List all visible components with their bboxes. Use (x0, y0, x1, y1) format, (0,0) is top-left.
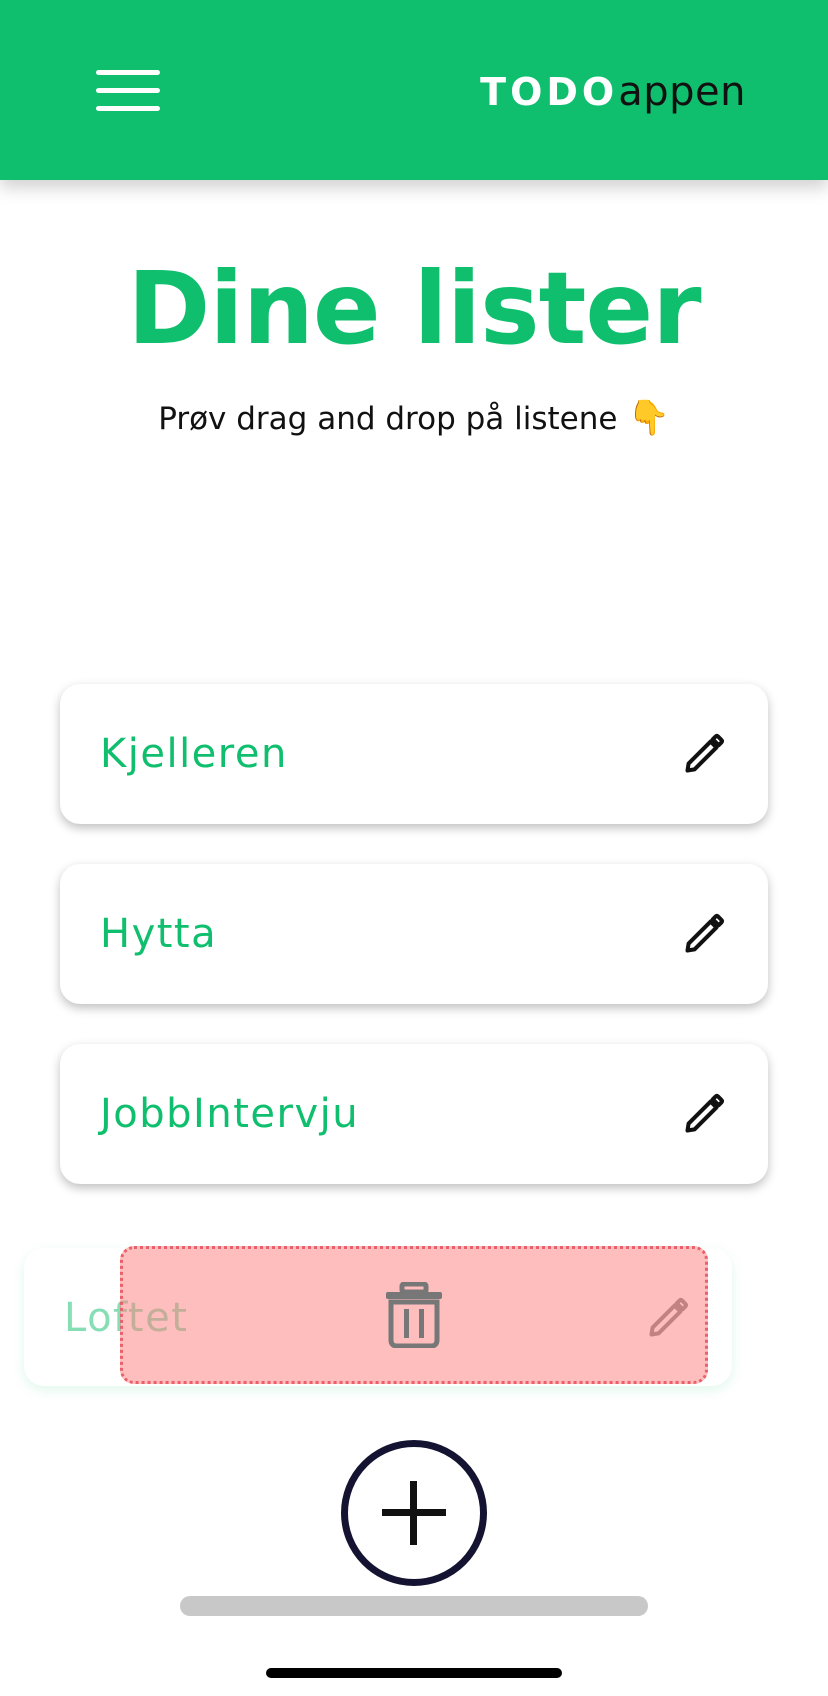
page-subtitle: Prøv drag and drop på listene 👇 (0, 398, 828, 438)
home-indicator[interactable] (266, 1668, 562, 1678)
brand-bold: TODO (480, 70, 619, 114)
app-header: TODOappen (0, 0, 828, 180)
list-item[interactable]: Kjelleren (60, 684, 768, 824)
add-list-button[interactable] (341, 1440, 487, 1586)
list-item-label: JobbIntervju (100, 1091, 360, 1137)
page-title: Dine lister (127, 250, 701, 367)
pencil-icon[interactable] (682, 1092, 726, 1136)
trash-icon (386, 1282, 442, 1348)
pointing-down-icon: 👇 (627, 398, 670, 438)
list-item-label: Kjelleren (100, 731, 288, 777)
list-item[interactable]: JobbIntervju (60, 1044, 768, 1184)
pencil-icon[interactable] (682, 732, 726, 776)
list-item-label: Hytta (100, 911, 218, 957)
hamburger-menu-icon[interactable] (96, 68, 160, 114)
horizontal-scrollbar[interactable] (180, 1596, 648, 1616)
brand-light: appen (618, 69, 746, 115)
app-logo: TODOappen (480, 62, 746, 122)
list-item[interactable]: Hytta (60, 864, 768, 1004)
subtitle-text: Prøv drag and drop på listene (158, 401, 618, 437)
pencil-icon[interactable] (682, 912, 726, 956)
